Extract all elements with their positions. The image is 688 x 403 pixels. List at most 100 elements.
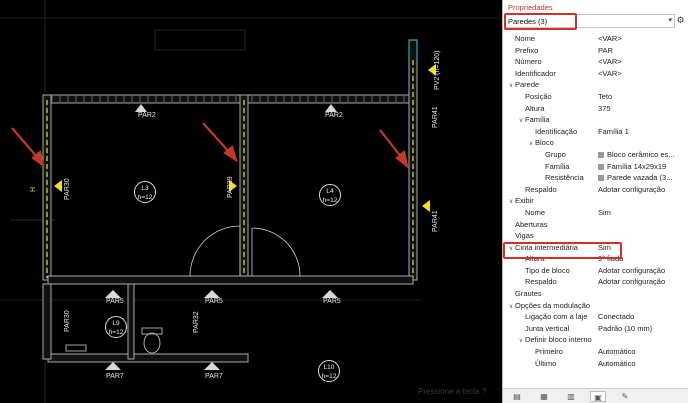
property-key: Vigas bbox=[515, 231, 534, 241]
property-row[interactable]: ∨ Exibir bbox=[503, 195, 688, 207]
property-value[interactable]: Bloco cerâmico es... bbox=[607, 150, 675, 159]
property-value[interactable]: <VAR> bbox=[598, 34, 622, 43]
properties-panel: Propriedades Paredes (3) ▾ ⚙ Nome <VAR> Pr… bbox=[502, 0, 688, 403]
property-row[interactable]: ∨ Definir bloco interno bbox=[503, 334, 688, 346]
wall-label-par5-a: PAR5 bbox=[106, 298, 124, 305]
property-value[interactable]: Teto bbox=[598, 92, 612, 101]
property-key: Exibir bbox=[515, 196, 534, 206]
property-value[interactable]: Conectado bbox=[598, 312, 634, 321]
wall-label-par2-b: PAR2 bbox=[325, 112, 343, 119]
property-key: Bloco bbox=[535, 138, 554, 148]
tab-views[interactable]: ▣ bbox=[590, 391, 606, 402]
property-row[interactable]: Número <VAR> bbox=[503, 56, 688, 68]
property-value[interactable]: Adotar configuração bbox=[598, 277, 665, 286]
property-value[interactable]: 375 bbox=[598, 104, 611, 113]
tab-layers[interactable]: ▦ bbox=[536, 391, 552, 402]
room-tag-l4[interactable]: L4 h=12 bbox=[319, 184, 341, 206]
property-row[interactable]: Grautes bbox=[503, 288, 688, 300]
property-value[interactable]: Adotar configuração bbox=[598, 185, 665, 194]
property-row[interactable]: Aberturas bbox=[503, 219, 688, 231]
property-key: Prefixo bbox=[515, 45, 539, 55]
property-row[interactable]: Identificação Família 1 bbox=[503, 126, 688, 138]
property-value[interactable]: Parede vazada (3... bbox=[607, 173, 672, 182]
property-value[interactable]: Automático bbox=[598, 347, 636, 356]
property-row[interactable]: Posição Teto bbox=[503, 91, 688, 103]
wall-label-par7-a: PAR7 bbox=[106, 373, 124, 380]
property-row[interactable]: Família Família 14x29x19 bbox=[503, 161, 688, 173]
tab-properties[interactable]: ▤ bbox=[509, 391, 525, 402]
property-value[interactable]: Adotar configuração bbox=[598, 266, 665, 275]
property-row[interactable]: Tipo de bloco Adotar configuração bbox=[503, 265, 688, 277]
chevron-down-icon: ▾ bbox=[668, 17, 672, 24]
property-value[interactable]: Sim bbox=[598, 243, 611, 252]
property-value[interactable]: 9ª fiada bbox=[598, 254, 623, 263]
property-row[interactable]: Altura 375 bbox=[503, 103, 688, 115]
wall-middle[interactable] bbox=[239, 94, 249, 281]
block-swatch-icon bbox=[598, 175, 604, 182]
property-row[interactable]: Último Automático bbox=[503, 358, 688, 370]
property-key: Altura bbox=[525, 103, 545, 113]
property-key: Número bbox=[515, 57, 542, 67]
room-tag-l10[interactable]: L10 h=12 bbox=[318, 360, 340, 382]
property-value[interactable]: Família 14x29x19 bbox=[607, 162, 666, 171]
property-row[interactable]: ∨ Cinta intermediária Sim bbox=[503, 242, 688, 254]
property-key: Família bbox=[545, 161, 570, 171]
room-tag-l9[interactable]: L9 h=12 bbox=[105, 316, 127, 338]
tab-tools[interactable]: ✎ bbox=[617, 391, 633, 402]
floor-plan-drawing[interactable] bbox=[0, 0, 502, 403]
property-row[interactable]: Vigas bbox=[503, 230, 688, 242]
property-value[interactable]: <VAR> bbox=[598, 57, 622, 66]
wall-label-par32: PAR32 bbox=[193, 311, 200, 333]
property-value[interactable]: Padrão (10 mm) bbox=[598, 324, 652, 333]
wall-label-par7-b: PAR7 bbox=[205, 373, 223, 380]
property-key: Nome bbox=[525, 207, 546, 217]
wall-label-par39: PAR39 bbox=[227, 176, 234, 198]
wall-bottom[interactable] bbox=[42, 275, 414, 363]
property-row[interactable]: Identificador <VAR> bbox=[503, 68, 688, 80]
wall-top[interactable] bbox=[47, 94, 414, 104]
property-row[interactable]: Junta vertical Padrão (10 mm) bbox=[503, 323, 688, 335]
property-value[interactable]: <VAR> bbox=[598, 69, 622, 78]
property-row[interactable]: ∨ Bloco bbox=[503, 137, 688, 149]
tab-elements[interactable]: ▥ bbox=[563, 391, 579, 402]
drawing-canvas[interactable]: PAR2 PAR2 PAR41 PAR30 PAR39 PAR41 PAR5 P… bbox=[0, 0, 502, 403]
property-row[interactable]: Respaldo Adotar configuração bbox=[503, 276, 688, 288]
property-key: Último bbox=[535, 358, 557, 368]
property-key: Respaldo bbox=[525, 277, 557, 287]
property-key: Parede bbox=[515, 80, 540, 90]
property-value[interactable]: Família 1 bbox=[598, 127, 629, 136]
property-row[interactable]: Resistência Parede vazada (3... bbox=[503, 172, 688, 184]
room-tag-l3[interactable]: L3 h=12 bbox=[134, 181, 156, 203]
property-key: Primeiro bbox=[535, 347, 563, 357]
selection-dropdown[interactable]: Paredes (3) ▾ bbox=[505, 14, 675, 28]
status-hint: Pressione a tecla ? bbox=[418, 387, 487, 396]
property-key: Grupo bbox=[545, 149, 566, 159]
property-key: Definir bloco interno bbox=[525, 335, 592, 345]
wall-right[interactable] bbox=[408, 39, 418, 281]
property-row[interactable]: ∨ Parede bbox=[503, 79, 688, 91]
property-row[interactable]: Prefixo PAR bbox=[503, 45, 688, 57]
filter-icon[interactable]: ⚙ bbox=[675, 15, 686, 26]
property-row[interactable]: ∨ Família bbox=[503, 114, 688, 126]
property-value[interactable]: PAR bbox=[598, 46, 613, 55]
property-key: Nome bbox=[515, 34, 536, 43]
property-value[interactable]: Automático bbox=[598, 359, 636, 368]
property-row[interactable]: ∨ Opções da modulação bbox=[503, 300, 688, 312]
property-value[interactable]: Sim bbox=[598, 208, 611, 217]
property-row[interactable]: Nome Sim bbox=[503, 207, 688, 219]
property-key: Posição bbox=[525, 91, 552, 101]
property-key: Ligação com a laje bbox=[525, 312, 588, 322]
panel-title: Propriedades bbox=[508, 3, 553, 12]
property-row[interactable]: Respaldo Adotar configuração bbox=[503, 184, 688, 196]
property-row[interactable]: Ligação com a laje Conectado bbox=[503, 311, 688, 323]
property-key: Aberturas bbox=[515, 219, 548, 229]
property-key: Identificação bbox=[535, 126, 578, 136]
property-row[interactable]: Primeiro Automático bbox=[503, 346, 688, 358]
wall-label-par2-a: PAR2 bbox=[138, 112, 156, 119]
property-row[interactable]: Altura 9ª fiada bbox=[503, 253, 688, 265]
property-row[interactable]: Nome <VAR> bbox=[503, 33, 688, 45]
wall-left[interactable] bbox=[42, 94, 52, 281]
property-row[interactable]: Grupo Bloco cerâmico es... bbox=[503, 149, 688, 161]
selector-row: Paredes (3) ▾ ⚙ bbox=[503, 14, 688, 30]
wall-label-par30-b: PAR30 bbox=[64, 310, 71, 332]
